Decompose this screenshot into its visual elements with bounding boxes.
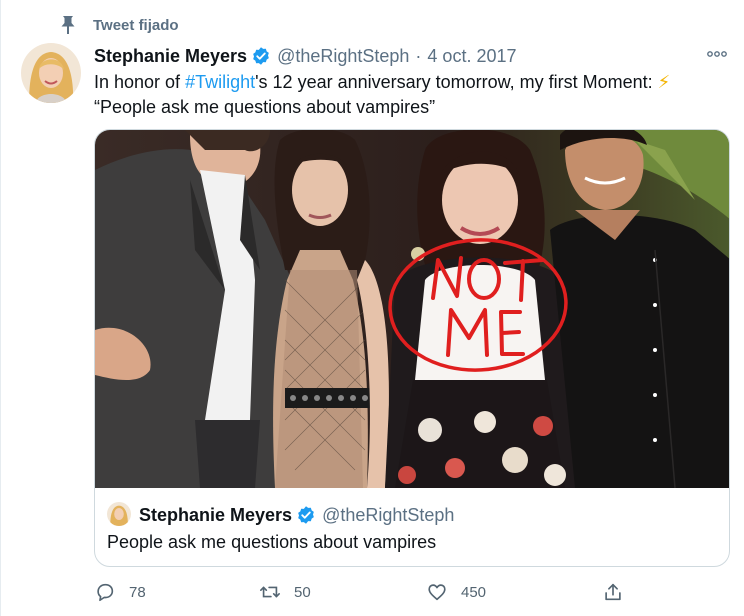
hashtag-link[interactable]: #Twilight bbox=[185, 72, 255, 92]
pin-icon bbox=[61, 16, 75, 34]
quote-header: Stephanie Meyers @theRightSteph bbox=[139, 502, 454, 528]
tweet-text-prefix: In honor of bbox=[94, 72, 186, 92]
retweet-icon bbox=[260, 586, 280, 598]
tweet-photo[interactable] bbox=[95, 130, 730, 488]
quote-avatar bbox=[107, 502, 131, 526]
verified-badge-icon bbox=[298, 506, 314, 524]
reply-count: 78 bbox=[129, 583, 146, 601]
tweet-text-line2: “People ask me questions about vampires” bbox=[94, 97, 436, 117]
like-button[interactable]: 450 bbox=[426, 578, 486, 606]
verified-badge-icon bbox=[253, 47, 269, 65]
share-icon bbox=[605, 583, 621, 601]
moment-card[interactable]: Stephanie Meyers @theRightSteph People a… bbox=[94, 129, 730, 567]
timeline-border bbox=[0, 0, 1, 616]
tweet-header: Stephanie Meyers @theRightSteph · 4 oct.… bbox=[94, 44, 517, 68]
pinned-label: Tweet fijado bbox=[93, 17, 179, 34]
tweet-text: In honor of #Twilight's 12 year annivers… bbox=[94, 70, 724, 120]
quoted-moment[interactable]: Stephanie Meyers @theRightSteph People a… bbox=[95, 488, 729, 566]
tweet-date[interactable]: 4 oct. 2017 bbox=[427, 46, 516, 67]
share-button[interactable] bbox=[602, 578, 624, 606]
like-count: 450 bbox=[461, 583, 487, 601]
lightning-emoji: ⚡ bbox=[657, 72, 671, 92]
tweet-text-suffix: 's 12 year anniversary tomorrow, my firs… bbox=[255, 72, 658, 92]
heart-icon bbox=[428, 584, 446, 601]
separator-dot: · bbox=[415, 45, 422, 66]
tweet-text-line1: In honor of #Twilight's 12 year annivers… bbox=[94, 70, 724, 95]
author-handle[interactable]: @theRightSteph bbox=[277, 46, 409, 67]
retweet-count: 50 bbox=[294, 583, 311, 601]
reply-button[interactable]: 78 bbox=[94, 578, 146, 606]
display-name[interactable]: Stephanie Meyers bbox=[94, 46, 247, 67]
quote-display-name: Stephanie Meyers bbox=[139, 504, 293, 525]
quote-text: People ask me questions about vampires bbox=[107, 532, 437, 552]
more-options-icon[interactable] bbox=[705, 44, 729, 64]
retweet-button[interactable]: 50 bbox=[259, 578, 311, 606]
reply-icon bbox=[97, 583, 114, 602]
quote-handle: @theRightSteph bbox=[322, 504, 455, 525]
avatar[interactable] bbox=[21, 43, 81, 103]
tweet-actions: 78 50 450 bbox=[94, 578, 730, 606]
